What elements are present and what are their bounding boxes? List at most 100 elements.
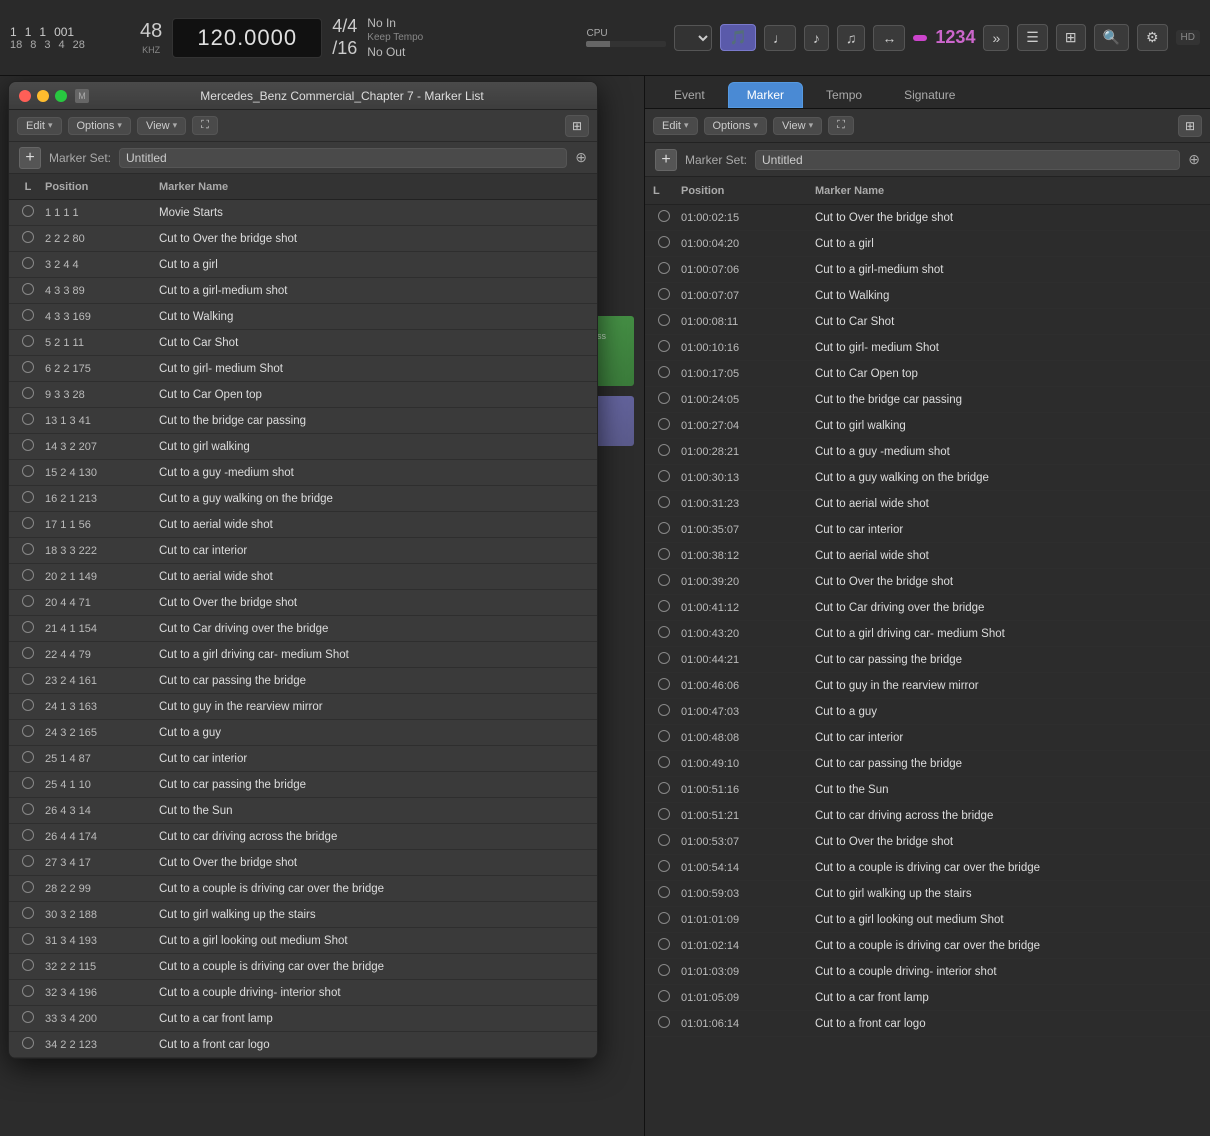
left-marker-row[interactable]: 5 2 1 11 Cut to Car Shot <box>9 330 597 356</box>
right-marker-row[interactable]: 01:00:27:04 Cut to girl walking <box>645 413 1210 439</box>
right-edit-button[interactable]: Edit ▾ <box>653 117 698 135</box>
output-selector[interactable] <box>674 25 712 51</box>
left-marker-row[interactable]: 26 4 3 14 Cut to the Sun <box>9 798 597 824</box>
view-button[interactable]: View ▾ <box>137 117 186 135</box>
search-button[interactable]: 🔍 <box>1094 24 1129 51</box>
right-marker-row[interactable]: 01:01:01:09 Cut to a girl looking out me… <box>645 907 1210 933</box>
options-button[interactable]: Options ▾ <box>68 117 131 135</box>
right-marker-row[interactable]: 01:00:30:13 Cut to a guy walking on the … <box>645 465 1210 491</box>
right-marker-row[interactable]: 01:00:02:15 Cut to Over the bridge shot <box>645 205 1210 231</box>
left-marker-row[interactable]: 17 1 1 56 Cut to aerial wide shot <box>9 512 597 538</box>
right-marker-row[interactable]: 01:00:51:21 Cut to car driving across th… <box>645 803 1210 829</box>
right-marker-row[interactable]: 01:00:43:20 Cut to a girl driving car- m… <box>645 621 1210 647</box>
left-marker-row[interactable]: 28 2 2 99 Cut to a couple is driving car… <box>9 876 597 902</box>
add-marker-button[interactable]: + <box>19 147 41 169</box>
right-marker-row[interactable]: 01:00:53:07 Cut to Over the bridge shot <box>645 829 1210 855</box>
left-marker-row[interactable]: 2 2 2 80 Cut to Over the bridge shot <box>9 226 597 252</box>
right-options-button[interactable]: Options ▾ <box>704 117 767 135</box>
settings-button[interactable]: ⚙ <box>1137 24 1168 51</box>
arrow-button[interactable]: ↔ <box>873 25 905 51</box>
list-view-button[interactable]: ☰ <box>1017 24 1048 51</box>
close-button[interactable] <box>19 90 31 102</box>
left-marker-row[interactable]: 18 3 3 222 Cut to car interior <box>9 538 597 564</box>
right-marker-row[interactable]: 01:00:17:05 Cut to Car Open top <box>645 361 1210 387</box>
left-marker-row[interactable]: 22 4 4 79 Cut to a girl driving car- med… <box>9 642 597 668</box>
filter-button[interactable]: ⛶ <box>192 116 218 135</box>
more-button[interactable]: » <box>983 25 1009 51</box>
left-marker-row[interactable]: 25 1 4 87 Cut to car interior <box>9 746 597 772</box>
right-marker-row[interactable]: 01:00:59:03 Cut to girl walking up the s… <box>645 881 1210 907</box>
left-marker-list[interactable]: 1 1 1 1 Movie Starts 2 2 2 80 Cut to Ove… <box>9 200 597 1058</box>
left-marker-row[interactable]: 20 4 4 71 Cut to Over the bridge shot <box>9 590 597 616</box>
right-marker-row[interactable]: 01:00:07:06 Cut to a girl-medium shot <box>645 257 1210 283</box>
right-marker-row[interactable]: 01:00:38:12 Cut to aerial wide shot <box>645 543 1210 569</box>
midi-out-button[interactable]: ♪ <box>804 25 829 51</box>
left-marker-row[interactable]: 6 2 2 175 Cut to girl- medium Shot <box>9 356 597 382</box>
left-marker-row[interactable]: 24 1 3 163 Cut to guy in the rearview mi… <box>9 694 597 720</box>
left-marker-row[interactable]: 21 4 1 154 Cut to Car driving over the b… <box>9 616 597 642</box>
right-grid-button[interactable]: ⊞ <box>1178 115 1202 137</box>
left-marker-row[interactable]: 33 3 4 200 Cut to a car front lamp <box>9 1006 597 1032</box>
right-marker-row[interactable]: 01:00:48:08 Cut to car interior <box>645 725 1210 751</box>
grid-view-button[interactable]: ⊞ <box>1056 24 1086 51</box>
left-marker-row[interactable]: 27 3 4 17 Cut to Over the bridge shot <box>9 850 597 876</box>
edit-button[interactable]: Edit ▾ <box>17 117 62 135</box>
left-marker-row[interactable]: 13 1 3 41 Cut to the bridge car passing <box>9 408 597 434</box>
right-marker-row[interactable]: 01:00:54:14 Cut to a couple is driving c… <box>645 855 1210 881</box>
tab-event[interactable]: Event <box>655 82 724 108</box>
right-marker-row[interactable]: 01:01:05:09 Cut to a car front lamp <box>645 985 1210 1011</box>
tab-signature[interactable]: Signature <box>885 82 974 108</box>
metronome-button[interactable]: 🎵 <box>720 24 755 51</box>
left-marker-row[interactable]: 30 3 2 188 Cut to girl walking up the st… <box>9 902 597 928</box>
right-marker-row[interactable]: 01:00:41:12 Cut to Car driving over the … <box>645 595 1210 621</box>
right-marker-row[interactable]: 01:01:06:14 Cut to a front car logo <box>645 1011 1210 1037</box>
right-marker-row[interactable]: 01:00:46:06 Cut to guy in the rearview m… <box>645 673 1210 699</box>
left-marker-row[interactable]: 1 1 1 1 Movie Starts <box>9 200 597 226</box>
left-marker-row[interactable]: 32 2 2 115 Cut to a couple is driving ca… <box>9 954 597 980</box>
marker-set-select[interactable]: Untitled <box>119 148 567 168</box>
right-marker-set-dropdown[interactable]: ⊕ <box>1188 151 1200 168</box>
tab-marker[interactable]: Marker <box>728 82 803 108</box>
right-marker-row[interactable]: 01:01:02:14 Cut to a couple is driving c… <box>645 933 1210 959</box>
right-marker-row[interactable]: 01:00:24:05 Cut to the bridge car passin… <box>645 387 1210 413</box>
note-button[interactable]: ♫ <box>837 25 866 51</box>
left-marker-row[interactable]: 26 4 4 174 Cut to car driving across the… <box>9 824 597 850</box>
left-marker-row[interactable]: 3 2 4 4 Cut to a girl <box>9 252 597 278</box>
right-add-marker-button[interactable]: + <box>655 149 677 171</box>
right-marker-row[interactable]: 01:00:07:07 Cut to Walking <box>645 283 1210 309</box>
right-marker-set-select[interactable]: Untitled <box>755 150 1180 170</box>
left-marker-row[interactable]: 34 2 2 123 Cut to a front car logo <box>9 1032 597 1058</box>
marker-set-dropdown[interactable]: ⊕ <box>575 149 587 166</box>
right-marker-row[interactable]: 01:00:35:07 Cut to car interior <box>645 517 1210 543</box>
right-marker-row[interactable]: 01:00:47:03 Cut to a guy <box>645 699 1210 725</box>
left-marker-row[interactable]: 9 3 3 28 Cut to Car Open top <box>9 382 597 408</box>
left-marker-row[interactable]: 25 4 1 10 Cut to car passing the bridge <box>9 772 597 798</box>
left-marker-row[interactable]: 32 3 4 196 Cut to a couple driving- inte… <box>9 980 597 1006</box>
tempo-display[interactable]: 120.0000 <box>172 18 322 58</box>
right-marker-row[interactable]: 01:00:04:20 Cut to a girl <box>645 231 1210 257</box>
tab-tempo[interactable]: Tempo <box>807 82 881 108</box>
left-marker-row[interactable]: 24 3 2 165 Cut to a guy <box>9 720 597 746</box>
grid-icon-button[interactable]: ⊞ <box>565 115 589 137</box>
left-marker-row[interactable]: 14 3 2 207 Cut to girl walking <box>9 434 597 460</box>
left-marker-row[interactable]: 31 3 4 193 Cut to a girl looking out med… <box>9 928 597 954</box>
left-marker-row[interactable]: 20 2 1 149 Cut to aerial wide shot <box>9 564 597 590</box>
minimize-button[interactable] <box>37 90 49 102</box>
left-marker-row[interactable]: 4 3 3 89 Cut to a girl-medium shot <box>9 278 597 304</box>
right-filter-button[interactable]: ⛶ <box>828 116 854 135</box>
left-marker-row[interactable]: 23 2 4 161 Cut to car passing the bridge <box>9 668 597 694</box>
right-marker-row[interactable]: 01:00:39:20 Cut to Over the bridge shot <box>645 569 1210 595</box>
right-marker-row[interactable]: 01:00:28:21 Cut to a guy -medium shot <box>645 439 1210 465</box>
left-marker-row[interactable]: 4 3 3 169 Cut to Walking <box>9 304 597 330</box>
midi-button[interactable]: ♩ <box>764 25 796 51</box>
right-marker-row[interactable]: 01:00:44:21 Cut to car passing the bridg… <box>645 647 1210 673</box>
right-view-button[interactable]: View ▾ <box>773 117 822 135</box>
right-marker-row[interactable]: 01:01:03:09 Cut to a couple driving- int… <box>645 959 1210 985</box>
left-marker-row[interactable]: 16 2 1 213 Cut to a guy walking on the b… <box>9 486 597 512</box>
maximize-button[interactable] <box>55 90 67 102</box>
right-marker-row[interactable]: 01:00:51:16 Cut to the Sun <box>645 777 1210 803</box>
right-marker-row[interactable]: 01:00:08:11 Cut to Car Shot <box>645 309 1210 335</box>
right-marker-list[interactable]: 01:00:02:15 Cut to Over the bridge shot … <box>645 205 1210 1136</box>
right-marker-row[interactable]: 01:00:31:23 Cut to aerial wide shot <box>645 491 1210 517</box>
right-marker-row[interactable]: 01:00:10:16 Cut to girl- medium Shot <box>645 335 1210 361</box>
